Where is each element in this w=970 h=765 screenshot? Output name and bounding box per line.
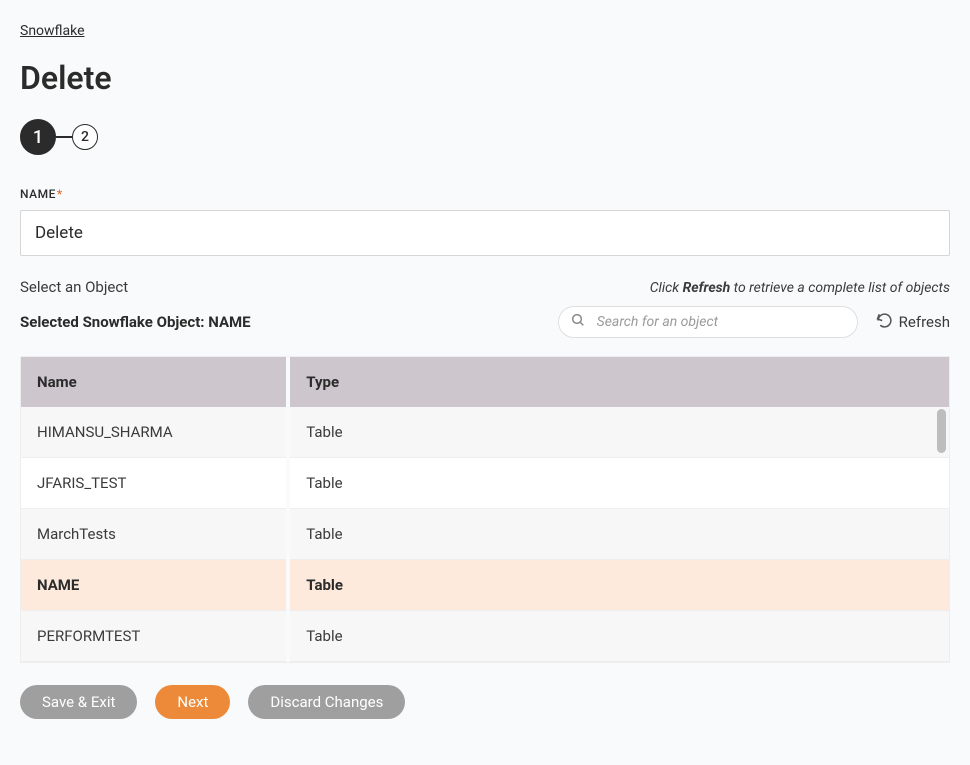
hint-pre: Click: [650, 280, 683, 296]
table-row[interactable]: NAMETable: [21, 560, 949, 611]
object-table: Name Type HIMANSU_SHARMATableJFARIS_TEST…: [21, 357, 949, 662]
select-object-label: Select an Object: [20, 278, 128, 296]
col-header-name[interactable]: Name: [21, 357, 288, 407]
table-row[interactable]: JFARIS_TESTTable: [21, 458, 949, 509]
discard-button[interactable]: Discard Changes: [248, 685, 405, 719]
cell-name: MarchTests: [21, 509, 288, 560]
step-2[interactable]: 2: [72, 124, 98, 150]
name-field-label: NAME: [20, 187, 56, 201]
table-row[interactable]: HIMANSU_SHARMATable: [21, 407, 949, 458]
cell-type: Table: [288, 611, 949, 662]
object-table-wrap: Name Type HIMANSU_SHARMATableJFARIS_TEST…: [20, 356, 950, 663]
cell-type: Table: [288, 560, 949, 611]
cell-name: NAME: [21, 560, 288, 611]
hint-post: to retrieve a complete list of objects: [730, 280, 950, 296]
name-input[interactable]: [20, 210, 950, 256]
table-row[interactable]: PERFORMTESTTable: [21, 611, 949, 662]
selected-prefix: Selected Snowflake Object:: [20, 313, 208, 331]
cell-name: PERFORMTEST: [21, 611, 288, 662]
cell-type: Table: [288, 509, 949, 560]
save-exit-button[interactable]: Save & Exit: [20, 685, 137, 719]
refresh-label: Refresh: [899, 313, 950, 331]
page-title: Delete: [20, 59, 950, 97]
hint-strong: Refresh: [683, 280, 731, 296]
cell-type: Table: [288, 458, 949, 509]
refresh-hint: Click Refresh to retrieve a complete lis…: [650, 280, 950, 296]
next-button[interactable]: Next: [155, 685, 230, 719]
cell-name: HIMANSU_SHARMA: [21, 407, 288, 458]
refresh-button[interactable]: Refresh: [876, 312, 950, 333]
cell-name: JFARIS_TEST: [21, 458, 288, 509]
step-1[interactable]: 1: [20, 119, 56, 155]
table-scrollbar[interactable]: [937, 407, 946, 660]
table-row[interactable]: MarchTestsTable: [21, 509, 949, 560]
search-input[interactable]: [558, 306, 858, 338]
step-connector: [56, 136, 72, 138]
search-icon: [570, 312, 586, 332]
col-header-type[interactable]: Type: [288, 357, 949, 407]
breadcrumb-snowflake[interactable]: Snowflake: [20, 23, 85, 39]
selected-object-label: Selected Snowflake Object: NAME: [20, 313, 251, 331]
selected-name: NAME: [208, 313, 250, 331]
refresh-icon: [876, 312, 893, 333]
stepper: 1 2: [20, 119, 950, 155]
required-indicator: *: [57, 187, 63, 201]
table-scrollbar-thumb[interactable]: [937, 409, 946, 453]
cell-type: Table: [288, 407, 949, 458]
